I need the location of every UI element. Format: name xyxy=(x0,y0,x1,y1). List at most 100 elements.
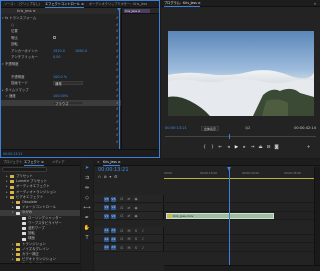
lock-icon[interactable]: ⊡ xyxy=(120,229,124,233)
ec-property-row[interactable]: ▾ fx トランスフォーム ↺ xyxy=(1,15,121,21)
ec-property-row[interactable]: ▸ タイムリマップ ↺ xyxy=(1,87,121,93)
step-forward-icon[interactable]: ▸ xyxy=(241,144,248,151)
ec-property-value[interactable]: 100.0 % xyxy=(53,74,67,80)
playback-resolution-dropdown[interactable]: 1/2 xyxy=(245,126,250,130)
source-patch-toggle[interactable]: A3 xyxy=(104,245,109,250)
eye-icon[interactable]: ◉ xyxy=(134,214,138,218)
lock-icon[interactable]: ⊡ xyxy=(120,246,124,250)
timeline-track[interactable]: A2 A2 ⊡ M S ♪ xyxy=(94,235,320,243)
source-patch-toggle[interactable]: V3 xyxy=(104,196,109,202)
mute-icon[interactable]: M xyxy=(127,237,131,241)
timeline-track[interactable]: V2 V2 ⊡ ⇄ ◉ xyxy=(94,203,320,212)
twirl-icon[interactable]: ▸ xyxy=(2,87,4,93)
ec-property-row[interactable]: ○ ↺ xyxy=(1,22,121,28)
ripple-edit-tool-icon[interactable]: ⇹ xyxy=(83,185,91,192)
tab-sequence[interactable]: Kris_Jess ≡ xyxy=(103,160,121,166)
solo-icon[interactable]: S xyxy=(134,229,138,233)
sync-lock-icon[interactable]: ⇄ xyxy=(127,206,131,210)
twirl-icon[interactable]: ▾ xyxy=(2,15,4,21)
mic-icon[interactable]: ♪ xyxy=(141,246,145,250)
slip-tool-icon[interactable]: ⟷ xyxy=(83,205,91,212)
timeline-timecode[interactable]: 00:00:13:21 xyxy=(98,167,129,173)
mute-icon[interactable]: M xyxy=(127,229,131,233)
ec-property-row[interactable]: ↺ xyxy=(1,106,121,112)
mute-icon[interactable]: M xyxy=(127,246,131,250)
program-timecode-current[interactable]: 00:00:13:21 xyxy=(165,126,187,130)
work-area-bar[interactable] xyxy=(164,178,314,179)
ec-dropdown[interactable]: 通常 xyxy=(53,81,83,86)
ec-property-row[interactable]: 回転 ↺ xyxy=(1,41,121,47)
source-patch-toggle[interactable]: A2 xyxy=(104,236,109,242)
track-target-toggle[interactable]: A3 xyxy=(111,245,116,250)
ec-property-row[interactable]: ↺ xyxy=(1,119,121,125)
eye-icon[interactable]: ◉ xyxy=(134,206,138,210)
solo-icon[interactable]: S xyxy=(134,237,138,241)
effects-search-input[interactable] xyxy=(2,167,47,172)
ec-mini-ruler[interactable]: Kris_Jess ≡ xyxy=(122,8,159,14)
ec-dropdown[interactable]: ブラウズ xyxy=(53,100,83,106)
tab-effects[interactable]: エフェクト ≡ xyxy=(24,160,44,166)
ec-property-row[interactable]: ブラウズ ↺ xyxy=(1,99,121,106)
timeline-clip[interactable]: Kris_Jess.mov xyxy=(166,213,274,219)
tab-effect-controls[interactable]: エフェクトコントロール ≡ xyxy=(45,2,84,8)
tab-audio-clip-mixer[interactable]: オーディオクリップミキサー：Kris_Jess xyxy=(89,2,147,7)
sync-lock-icon[interactable]: ⇄ xyxy=(127,197,131,201)
track-select-tool-icon[interactable]: ⇉ xyxy=(83,175,91,182)
track-target-toggle[interactable]: V1 xyxy=(111,213,116,219)
ec-property-row[interactable]: アンカーポイント 1920.0 1080.0 ↺ xyxy=(1,48,121,54)
timeline-track[interactable]: A3 A3 ⊡ M S ♪ xyxy=(94,243,320,252)
lock-icon[interactable]: ⊡ xyxy=(120,214,124,218)
ec-property-row[interactable]: 位置 ↺ xyxy=(1,28,121,34)
ec-property-row[interactable]: ↺ xyxy=(1,132,121,138)
source-patch-toggle[interactable]: A1 xyxy=(104,228,109,233)
add-button-icon[interactable]: + xyxy=(305,144,312,151)
pen-tool-icon[interactable]: ✒ xyxy=(83,215,91,222)
tab-program[interactable]: プログラム：Kris_Jess ≡ xyxy=(164,1,201,7)
step-back-icon[interactable]: ◂ xyxy=(225,144,232,151)
ec-property-row[interactable]: 不透明度 100.0 % ↺ xyxy=(1,74,121,80)
tab-project[interactable]: プロジェクト xyxy=(3,160,22,165)
mic-icon[interactable]: ♪ xyxy=(141,229,145,233)
snap-icon[interactable]: ∩ xyxy=(98,174,101,179)
ec-property-value[interactable]: 1920.0 xyxy=(53,48,65,54)
settings-icon[interactable]: ⚙ xyxy=(114,174,118,179)
timeline-scrollbar[interactable] xyxy=(164,265,320,271)
zoom-fit-dropdown[interactable]: 全体表示 xyxy=(201,126,220,131)
ec-property-value[interactable]: 100.00% xyxy=(53,93,68,99)
timeline-track[interactable]: V3 V3 ⊡ ⇄ ◉ xyxy=(94,195,320,203)
ec-property-value-2[interactable]: 1080.0 xyxy=(75,48,87,54)
ec-property-row[interactable]: 等比 ↺ xyxy=(1,35,121,41)
ec-property-row[interactable]: 描画モード 通常 ↺ xyxy=(1,80,121,86)
ec-property-row[interactable]: ↺ xyxy=(1,67,121,73)
extract-icon[interactable]: ⊟ xyxy=(265,144,272,151)
sync-lock-icon[interactable]: ⇄ xyxy=(127,214,131,218)
ec-mini-timeline[interactable]: Kris_Jess ≡ xyxy=(121,8,159,149)
mic-icon[interactable]: ♪ xyxy=(141,237,145,241)
ec-timecode[interactable]: 00:00:13:21 xyxy=(3,152,22,156)
go-to-in-icon[interactable]: ⇤ xyxy=(217,144,224,151)
track-target-toggle[interactable]: V2 xyxy=(111,205,116,210)
lock-icon[interactable]: ⊡ xyxy=(120,197,124,201)
add-marker-icon[interactable]: ▾ xyxy=(109,174,111,179)
ec-property-row[interactable]: ▾ 速度 100.00% ↺ xyxy=(1,93,121,99)
export-frame-icon[interactable]: ◙ xyxy=(273,144,280,151)
track-target-toggle[interactable]: A1 xyxy=(111,228,116,233)
track-target-toggle[interactable]: A2 xyxy=(111,236,116,242)
source-patch-toggle[interactable]: V1 xyxy=(104,213,109,219)
tab-close-icon[interactable]: × xyxy=(97,160,100,165)
ec-property-row[interactable]: ↺ xyxy=(1,126,121,132)
source-patch-toggle[interactable]: V2 xyxy=(104,205,109,210)
ec-property-row[interactable]: ▾ 不透明度 ↺ xyxy=(1,61,121,67)
timeline-track[interactable]: A1 A1 ⊡ M S ♪ xyxy=(94,226,320,235)
ec-property-row[interactable]: ↺ xyxy=(1,113,121,119)
scrub-track[interactable] xyxy=(165,136,316,137)
panel-expand-icon[interactable]: » xyxy=(313,1,317,6)
razor-tool-icon[interactable]: ◇ xyxy=(83,195,91,202)
uniform-scale-checkbox[interactable] xyxy=(53,36,56,39)
twirl-icon[interactable]: ▾ xyxy=(2,61,4,67)
ec-property-value[interactable]: 0.00 xyxy=(53,54,61,60)
lock-icon[interactable]: ⊡ xyxy=(120,237,124,241)
track-target-toggle[interactable]: V3 xyxy=(111,196,116,202)
tab-source[interactable]: ソース：（クリップなし） xyxy=(4,2,42,7)
hand-tool-icon[interactable]: ✋ xyxy=(83,225,91,232)
